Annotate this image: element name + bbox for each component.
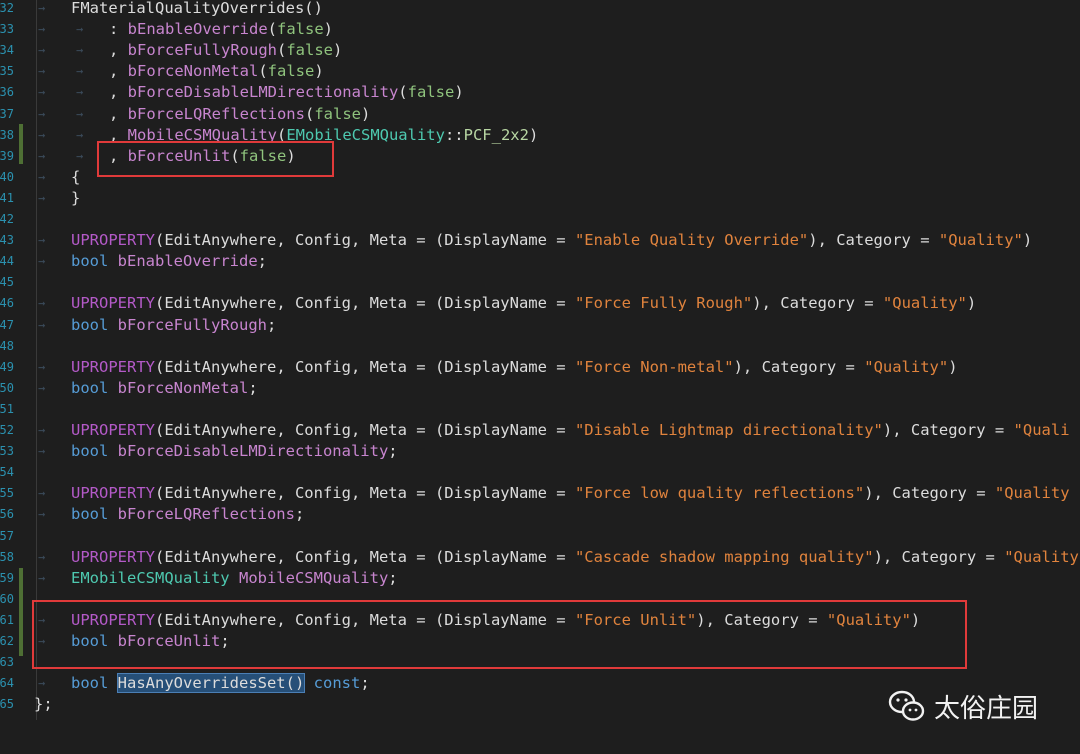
watermark-text: 太俗庄园 [934,693,1039,724]
code-line[interactable]: UPROPERTY(EditAnywhere, Config, Meta = (… [71,420,1070,441]
line-number: 43 [0,233,14,248]
line-number: 57 [0,528,14,543]
line-number: 44 [0,254,14,269]
line-number: 32 [0,1,14,15]
tab-arrow-icon: → [38,570,46,585]
tab-arrow-icon: → [76,106,84,121]
line-number: 52 [0,423,14,437]
code-line[interactable]: bool HasAnyOverridesSet() const; [71,673,370,694]
line-number: 33 [0,22,14,37]
tab-arrow-icon: → [38,1,46,15]
tab-arrow-icon: → [38,106,46,121]
tab-arrow-icon: → [38,359,46,374]
wechat-icon [888,690,925,721]
line-number: 48 [0,338,14,353]
tab-arrow-icon: → [38,190,46,205]
tab-arrow-icon: → [38,296,46,311]
line-number: 50 [0,380,14,395]
tab-arrow-icon: → [76,127,84,142]
line-number: 45 [0,275,14,290]
tab-arrow-icon: → [76,43,84,58]
line-number: 49 [0,359,14,374]
tab-arrow-icon: → [38,127,46,142]
tab-arrow-icon: → [76,22,84,37]
tab-arrow-icon: → [38,148,46,163]
line-number: 37 [0,106,14,121]
tab-arrow-icon: → [38,486,46,501]
tab-arrow-icon: → [38,549,46,564]
code-line[interactable]: } [71,188,80,209]
code-line[interactable]: bool bForceDisableLMDirectionality; [71,441,398,462]
tab-arrow-icon: → [38,507,46,522]
code-line[interactable]: FMaterialQualityOverrides() [71,0,323,19]
line-number: 64 [0,676,14,691]
code-line[interactable]: , bForceDisableLMDirectionality(false) [109,82,464,103]
line-number: 59 [0,570,14,585]
tab-arrow-icon: → [38,22,46,37]
line-number: 56 [0,507,14,522]
tab-arrow-icon: → [38,423,46,437]
code-line[interactable]: , bForceNonMetal(false) [109,61,324,82]
selected-text: HasAnyOverridesSet() [116,673,306,694]
change-indicator-bar [19,124,23,164]
line-number: 36 [0,85,14,100]
tab-arrow-icon: → [38,444,46,459]
line-number: 34 [0,43,14,58]
tab-arrow-icon: → [38,380,46,395]
tab-arrow-icon: → [38,85,46,100]
code-line[interactable]: UPROPERTY(EditAnywhere, Config, Meta = (… [71,547,1079,568]
tab-arrow-icon: → [38,676,46,691]
code-line[interactable]: { [71,167,80,188]
code-line[interactable]: bool bEnableOverride; [71,251,267,272]
code-editor[interactable]: 32 33 34 35 36 37 38 39 40 41 42 43 44 45 46 47 48 49 50 51… [0,0,1080,754]
line-number: 63 [0,655,14,670]
line-number: 39 [0,148,14,163]
tab-arrow-icon: → [76,85,84,100]
line-number: 55 [0,486,14,501]
code-line[interactable]: bool bForceLQReflections; [71,504,304,525]
code-line[interactable]: : bEnableOverride(false) [109,19,333,40]
code-line[interactable]: }; [34,694,53,715]
tab-arrow-icon: → [38,43,46,58]
tab-arrow-icon: → [38,317,46,332]
line-number: 62 [0,634,14,648]
line-number: 35 [0,64,14,79]
code-line[interactable]: , bForceLQReflections(false) [109,104,370,125]
code-line[interactable]: EMobileCSMQuality MobileCSMQuality; [71,568,398,589]
tab-arrow-icon: → [38,64,46,79]
line-number: 46 [0,296,14,311]
line-number: 60 [0,591,14,606]
tab-arrow-icon: → [38,233,46,248]
code-line[interactable]: UPROPERTY(EditAnywhere, Config, Meta = (… [71,483,1070,504]
tab-arrow-icon: → [38,254,46,269]
code-line[interactable]: UPROPERTY(EditAnywhere, Config, Meta = (… [71,230,1032,251]
line-number: 40 [0,169,14,184]
line-number: 42 [0,212,14,226]
line-number: 58 [0,549,14,564]
line-number: 61 [0,612,14,627]
line-number: 53 [0,444,14,459]
line-number: 54 [0,465,14,480]
highlight-box-property [32,600,967,669]
code-line[interactable]: UPROPERTY(EditAnywhere, Config, Meta = (… [71,357,958,378]
highlight-box-init [97,141,334,177]
code-line[interactable]: bool bForceNonMetal; [71,378,258,399]
code-line[interactable]: , bForceFullyRough(false) [109,40,342,61]
tab-arrow-icon: → [38,169,46,184]
line-number: 51 [0,401,14,416]
line-number: 38 [0,127,14,142]
line-number: 65 [0,697,14,712]
line-number: 41 [0,190,14,205]
tab-arrow-icon: → [76,64,84,79]
code-line[interactable]: UPROPERTY(EditAnywhere, Config, Meta = (… [71,293,976,314]
tab-arrow-icon: → [76,148,84,163]
change-indicator-bar [19,568,23,656]
code-line[interactable]: bool bForceFullyRough; [71,315,276,336]
watermark: 太俗庄园 [888,686,1038,726]
line-number: 47 [0,317,14,332]
